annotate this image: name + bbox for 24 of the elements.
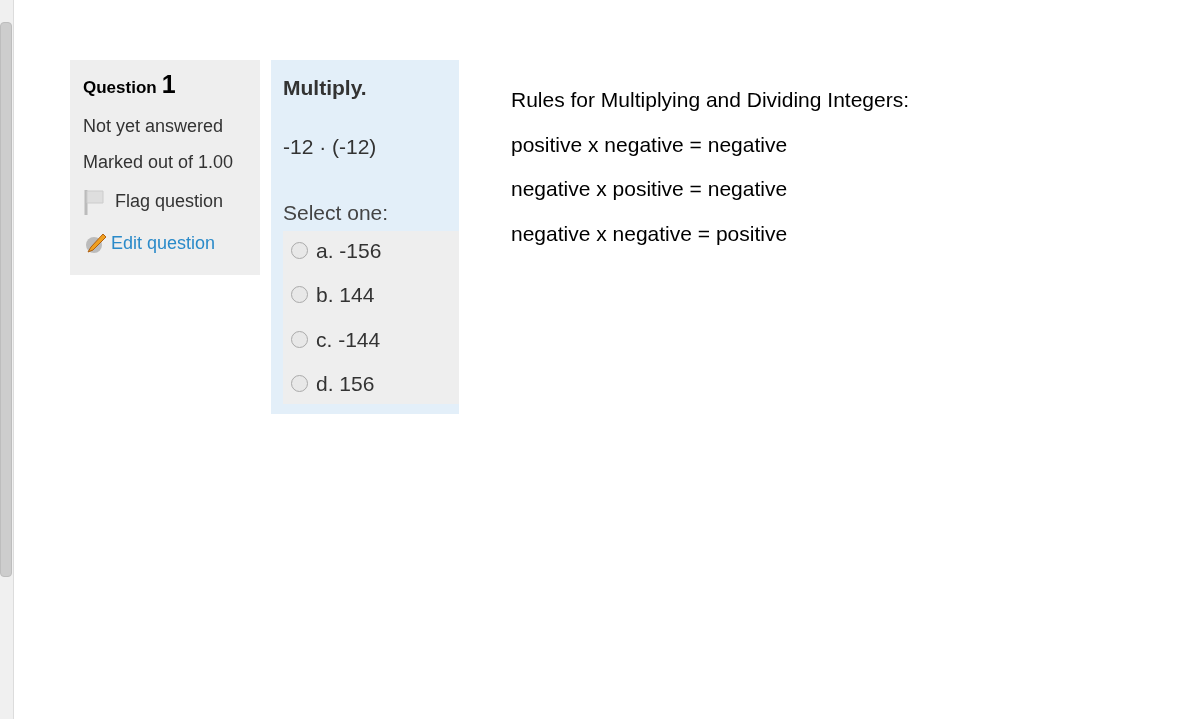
rule-text: negative x positive = negative [511,176,789,202]
question-title: Multiply. [282,75,368,101]
radio-button[interactable] [291,330,308,348]
select-prompt: Select one: [282,200,390,226]
flag-question-button[interactable]: Flag question [83,187,247,216]
marks-text: Marked out of 1.00 [83,151,235,174]
answer-option[interactable]: b. 144 [283,279,459,311]
radio-button[interactable] [291,375,308,393]
flag-icon [83,187,107,216]
question-expression: -12 · (-12) [282,133,378,160]
scrollbar[interactable] [0,0,14,719]
question-number: 1 [161,72,176,97]
status-text: Not yet answered [83,114,225,137]
rule-text: negative x negative = positive [511,220,789,247]
scrollbar-thumb[interactable] [0,22,12,577]
rules-title: Rules for Multiplying and Dividing Integers: [511,87,910,113]
radio-button[interactable] [291,286,308,304]
pencil-gear-icon [83,231,109,255]
question-label: Question [83,77,157,99]
rule-text: positive x negative = negative [511,131,789,158]
answer-option[interactable]: d. 156 [283,368,459,400]
answer-option[interactable]: a. -156 [283,234,459,266]
answer-option[interactable]: c. -144 [283,323,459,355]
radio-button[interactable] [291,241,308,259]
